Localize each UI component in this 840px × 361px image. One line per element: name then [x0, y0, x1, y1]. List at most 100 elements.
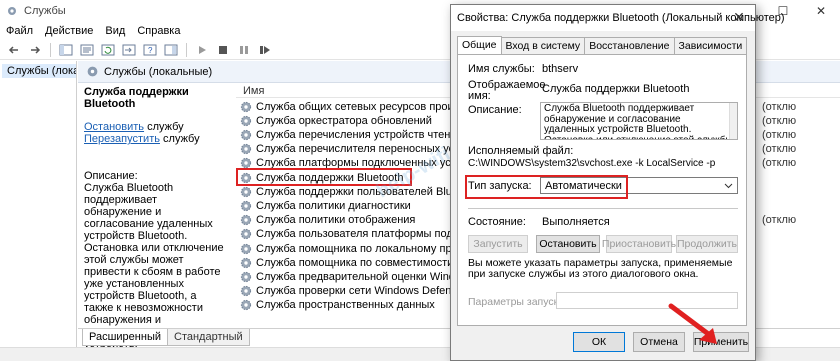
toolbar-separator [50, 42, 51, 57]
service-name: Служба помощника по совместимости програ… [256, 256, 478, 269]
svg-text:?: ? [148, 46, 153, 55]
service-name: Служба оркестратора обновлений [256, 114, 432, 127]
service-name-value: bthserv [542, 63, 579, 75]
service-name: Служба политики диагностики [256, 199, 411, 212]
content-header-title: Службы (локальные) [104, 65, 213, 78]
stop-link-suffix: службу [144, 121, 184, 133]
description-field-label: Описание: [468, 104, 522, 116]
stop-service-icon[interactable] [214, 41, 232, 59]
description-label: Описание: [84, 170, 138, 182]
red-arrow-annotation [668, 303, 717, 344]
service-gear-icon [240, 143, 252, 155]
menu-view[interactable]: Вид [99, 22, 131, 40]
service-name: Служба помощника по локальному профилю [256, 242, 478, 255]
service-gear-icon [240, 200, 252, 212]
service-name: Служба политики отображения [256, 214, 416, 227]
refresh-icon[interactable] [99, 41, 117, 59]
tab-general[interactable]: Общие [457, 36, 502, 55]
service-name: Служба пространственных данных [256, 299, 435, 312]
service-gear-icon [240, 271, 252, 283]
service-name-label: Имя службы: [468, 63, 535, 75]
tree-item-label: Службы (локальные) [7, 65, 76, 77]
service-name: Служба предварительной оценки Windows [256, 270, 475, 283]
selected-service-title: Служба поддержки Bluetooth [84, 86, 189, 110]
resume-button[interactable]: Продолжить [676, 235, 738, 253]
start-button[interactable]: Запустить [468, 235, 528, 253]
description-text: Служба Bluetooth поддерживает обнаружени… [84, 182, 224, 350]
tab-extended[interactable]: Расширенный [82, 329, 168, 346]
tab-standard[interactable]: Стандартный [167, 329, 250, 346]
pause-button[interactable]: Приостановить [602, 235, 676, 253]
service-gear-icon [240, 257, 252, 269]
dialog-tabs: Общие Вход в систему Восстановление Зави… [457, 36, 748, 55]
console-tree: Службы (локальные) [0, 61, 77, 361]
export-list-icon[interactable] [120, 41, 138, 59]
startup-type-highlight [465, 175, 628, 199]
service-startup-type: (отклю [762, 214, 797, 227]
general-tab-panel: Имя службы: bthserv Отображаемое имя: Сл… [457, 54, 747, 326]
description-pane: Служба поддержки Bluetooth Остановить сл… [78, 84, 234, 350]
service-startup-type: (отклю [762, 157, 797, 170]
stop-button[interactable]: Остановить [536, 235, 600, 253]
start-params-hint: Вы можете указать параметры запуска, при… [468, 257, 733, 280]
service-name: Служба общих сетевых ресурсов проигрыват… [256, 100, 478, 113]
exe-path: C:\WINDOWS\system32\svchost.exe -k Local… [468, 158, 716, 169]
service-gear-icon [240, 115, 252, 127]
status-label: Состояние: [468, 216, 526, 228]
description-textbox-text: Служба Bluetooth поддерживает обнаружени… [544, 103, 733, 140]
console-tree-icon[interactable] [57, 41, 75, 59]
show-hide-pane-icon[interactable] [162, 41, 180, 59]
close-icon[interactable]: ✕ [802, 0, 840, 22]
dialog-close-icon[interactable]: ✕ [731, 9, 747, 25]
service-gear-icon [240, 285, 252, 297]
tree-item-local-services[interactable]: Службы (локальные) [2, 64, 76, 78]
service-startup-type: (отклю [762, 143, 797, 156]
service-name: Служба проверки сети Windows Defender An… [256, 285, 478, 298]
service-startup-type: (отклю [762, 114, 797, 127]
services-gear-icon [8, 7, 16, 15]
ok-button[interactable]: ОК [573, 332, 625, 352]
start-params-label: Параметры запуска: [468, 296, 568, 308]
service-startup-type: (отклю [762, 100, 797, 113]
tab-logon[interactable]: Вход в систему [500, 37, 586, 54]
properties-sheet-icon[interactable] [78, 41, 96, 59]
toolbar-separator [186, 42, 187, 57]
stop-service-link[interactable]: Остановить [84, 121, 144, 133]
help-icon[interactable]: ? [141, 41, 159, 59]
service-name: Служба пользователя платформы подключенн… [256, 228, 478, 241]
service-name: Служба перечисления устройств чтения сма… [256, 128, 478, 141]
description-scrollbar[interactable] [729, 103, 737, 139]
menu-action[interactable]: Действие [39, 22, 99, 40]
menu-help[interactable]: Справка [131, 22, 186, 40]
service-gear-icon [240, 228, 252, 240]
window-title: Службы [24, 5, 66, 17]
chevron-down-icon [724, 183, 733, 188]
restart-link-suffix: службу [159, 133, 200, 145]
service-gear-icon [240, 299, 252, 311]
divider [468, 208, 738, 209]
service-name: Служба поддержки пользователей Bluetooth… [256, 185, 478, 198]
service-gear-icon [240, 214, 252, 226]
description-textbox[interactable]: Служба Bluetooth поддерживает обнаружени… [540, 102, 738, 140]
services-gear-icon [87, 66, 98, 77]
tab-dependencies[interactable]: Зависимости [673, 37, 748, 54]
display-name-label: Отображаемое имя: [468, 79, 546, 102]
service-startup-type: (отклю [762, 128, 797, 141]
back-arrow-icon[interactable] [5, 41, 23, 59]
service-gear-icon [240, 129, 252, 141]
display-name-value: Служба поддержки Bluetooth [542, 83, 690, 95]
restart-service-icon[interactable] [256, 41, 274, 59]
service-actions: Остановить службу Перезапустить службу [84, 121, 228, 145]
exe-label: Исполняемый файл: [468, 145, 574, 157]
status-value: Выполняется [542, 216, 610, 228]
dialog-title-bar: Свойства: Служба поддержки Bluetooth (Ло… [451, 5, 785, 31]
service-gear-icon [240, 186, 252, 198]
start-service-icon[interactable] [193, 41, 211, 59]
forward-arrow-icon[interactable] [26, 41, 44, 59]
menu-file[interactable]: Файл [0, 22, 39, 40]
service-gear-icon [240, 101, 252, 113]
pause-service-icon[interactable] [235, 41, 253, 59]
tab-recovery[interactable]: Восстановление [584, 37, 675, 54]
column-header-label: Имя [243, 85, 265, 97]
restart-service-link[interactable]: Перезапустить [84, 133, 160, 145]
